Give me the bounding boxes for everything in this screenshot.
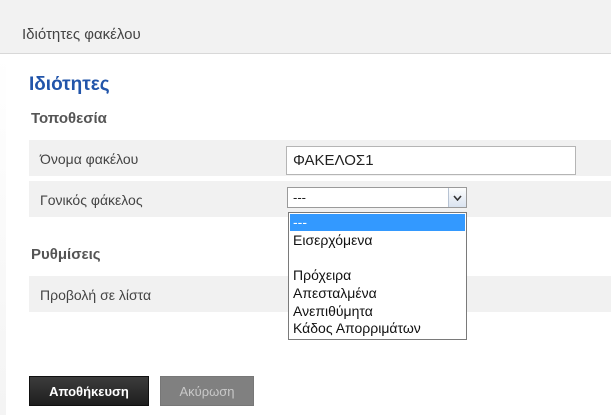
dropdown-option[interactable]: Κάδος Απορριμάτων	[290, 320, 465, 337]
dialog-title: Ιδιότητες φακέλου	[22, 26, 141, 43]
dropdown-option[interactable]	[290, 249, 465, 266]
dropdown-option[interactable]: Απεσταλμένα	[290, 285, 465, 302]
dropdown-option[interactable]: Ανεπιθύμητα	[290, 303, 465, 320]
parent-folder-select[interactable]: ---	[287, 187, 467, 208]
cancel-button[interactable]: Ακύρωση	[160, 376, 254, 406]
location-group-title: Τοποθεσία	[31, 110, 107, 127]
section-title: Ιδιότητες	[29, 74, 110, 95]
dropdown-option[interactable]: Πρόχειρα	[290, 267, 465, 284]
parent-folder-label: Γονικός φάκελος	[40, 192, 143, 208]
dropdown-option[interactable]: ---	[290, 214, 465, 231]
folder-name-row: Όνομα φακέλου	[29, 140, 611, 176]
parent-folder-selected-value: ---	[293, 190, 306, 205]
chevron-down-icon[interactable]	[448, 188, 466, 207]
dialog-header: Ιδιότητες φακέλου	[0, 0, 611, 54]
dialog-left-edge	[0, 54, 6, 415]
folder-name-input[interactable]	[286, 146, 576, 175]
save-button[interactable]: Αποθήκευση	[29, 376, 149, 406]
settings-group-title: Ρυθμίσεις	[31, 246, 101, 263]
dropdown-option[interactable]: Εισερχόμενα	[290, 232, 465, 249]
parent-folder-dropdown-list: --- Εισερχόμενα Πρόχειρα Απεσταλμένα Ανε…	[288, 212, 467, 340]
list-view-label: Προβολή σε λίστα	[40, 287, 152, 303]
folder-name-label: Όνομα φακέλου	[40, 151, 139, 167]
